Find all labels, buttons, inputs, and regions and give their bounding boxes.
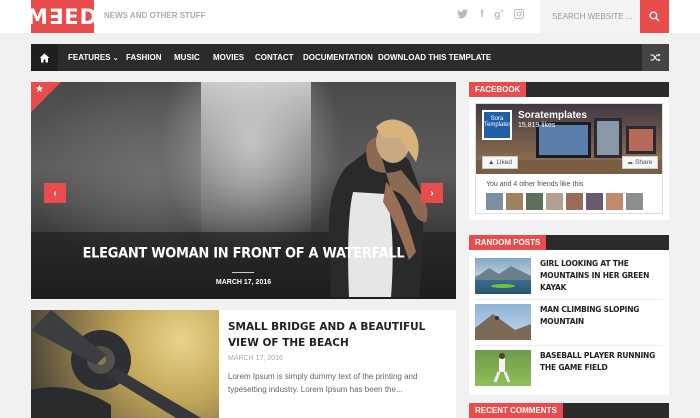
recent-comments-widget-title: RECENT COMMENTS: [469, 403, 563, 418]
random-post-item[interactable]: BASEBALL PLAYER RUNNING THE GAME FIELD: [475, 350, 663, 386]
site-header: M∃ED NEWS AND OTHER STUFF f g+: [0, 0, 700, 33]
facebook-icon[interactable]: f: [475, 9, 489, 20]
shuffle-icon: [650, 53, 661, 62]
random-post-thumbnail[interactable]: [475, 258, 531, 294]
instagram-icon[interactable]: [512, 9, 526, 22]
nav-item-contact[interactable]: CONTACT: [255, 44, 294, 71]
home-icon: [39, 53, 50, 62]
random-post-title[interactable]: MAN CLIMBING SLOPING MOUNTAIN: [540, 304, 665, 328]
recent-comments-widget-header: RECENT COMMENTS: [469, 403, 669, 418]
facebook-friends-text: You and 4 other friends like this: [486, 181, 584, 188]
star-icon: ★: [35, 84, 44, 95]
divider: [475, 345, 663, 346]
random-post-thumbnail[interactable]: [475, 350, 531, 386]
site-tagline: NEWS AND OTHER STUFF: [104, 11, 206, 20]
facebook-page-avatar[interactable]: Sora Templates: [482, 110, 512, 140]
friend-avatar[interactable]: [586, 193, 603, 210]
google-plus-icon[interactable]: g+: [492, 9, 506, 20]
main-navigation: FEATURES ⌄ FASHION MUSIC MOVIES CONTACT …: [31, 44, 669, 71]
random-post-item[interactable]: MAN CLIMBING SLOPING MOUNTAIN: [475, 304, 663, 340]
facebook-page-name[interactable]: Soratemplates: [518, 110, 587, 121]
search-button[interactable]: [640, 0, 669, 33]
nav-item-fashion[interactable]: FASHION: [126, 44, 162, 71]
nav-item-documentation[interactable]: DOCUMENTATION: [303, 44, 373, 71]
random-post-button[interactable]: [642, 44, 669, 71]
nav-item-music[interactable]: MUSIC: [174, 44, 200, 71]
friend-avatar[interactable]: [506, 193, 523, 210]
featured-slider[interactable]: ★ ‹ ›: [31, 82, 456, 299]
chevron-left-icon: ‹: [53, 187, 57, 199]
nav-item-features[interactable]: FEATURES ⌄: [68, 44, 119, 71]
random-posts-widget-title: RANDOM POSTS: [469, 235, 547, 250]
friend-avatar[interactable]: [626, 193, 643, 210]
friend-avatar[interactable]: [526, 193, 543, 210]
facebook-widget: Sora Templates Soratemplates 15,819 like…: [469, 97, 669, 220]
random-post-title[interactable]: BASEBALL PLAYER RUNNING THE GAME FIELD: [540, 350, 665, 374]
friend-avatar[interactable]: [566, 193, 583, 210]
facebook-liked-button[interactable]: ▲ Liked: [482, 156, 518, 169]
facebook-page-plugin[interactable]: Sora Templates Soratemplates 15,819 like…: [475, 103, 663, 214]
post-title[interactable]: SMALL BRIDGE AND A BEAUTIFUL VIEW OF THE…: [228, 319, 448, 351]
facebook-share-button[interactable]: ➦ Share: [622, 156, 658, 169]
random-post-thumbnail[interactable]: [475, 304, 531, 340]
facebook-widget-header: FACEBOOK: [469, 82, 669, 97]
slider-prev-button[interactable]: ‹: [44, 183, 66, 203]
home-button[interactable]: [31, 44, 58, 71]
facebook-likes-count: 15,819 likes: [518, 122, 556, 129]
friend-avatar[interactable]: [486, 193, 503, 210]
search-box: [540, 0, 640, 33]
post-card: SMALL BRIDGE AND A BEAUTIFUL VIEW OF THE…: [31, 310, 456, 418]
nav-item-download[interactable]: DOWNLOAD THIS TEMPLATE: [378, 44, 491, 71]
site-logo[interactable]: M∃ED: [27, 0, 97, 33]
random-post-item[interactable]: GIRL LOOKING AT THE MOUNTAINS IN HER GRE…: [475, 258, 663, 294]
divider: [475, 299, 663, 300]
share-icon: ➦: [627, 159, 634, 167]
random-post-title[interactable]: GIRL LOOKING AT THE MOUNTAINS IN HER GRE…: [540, 258, 665, 294]
thumbs-up-icon: ▲: [488, 159, 495, 166]
slide-title[interactable]: ELEGANT WOMAN IN FRONT OF A WATERFALL: [31, 245, 456, 262]
search-icon: [649, 11, 660, 22]
friend-avatar[interactable]: [606, 193, 623, 210]
post-excerpt: Lorem Ipsum is simply dummy text of the …: [228, 372, 418, 394]
chevron-down-icon: ⌄: [112, 55, 119, 62]
slider-next-button[interactable]: ›: [421, 183, 443, 203]
slide-date: MARCH 17, 2016: [215, 279, 272, 286]
slide-divider: [232, 272, 254, 273]
post-date: MARCH 17, 2016: [228, 355, 283, 362]
slide-image: [31, 82, 456, 299]
random-posts-widget-header: RANDOM POSTS: [469, 235, 669, 250]
post-thumbnail[interactable]: [31, 310, 219, 418]
chevron-right-icon: ›: [430, 187, 434, 199]
nav-item-movies[interactable]: MOVIES: [213, 44, 244, 71]
search-input[interactable]: [540, 0, 640, 33]
twitter-icon[interactable]: [455, 9, 469, 22]
facebook-widget-title: FACEBOOK: [469, 82, 527, 97]
friend-avatar[interactable]: [546, 193, 563, 210]
